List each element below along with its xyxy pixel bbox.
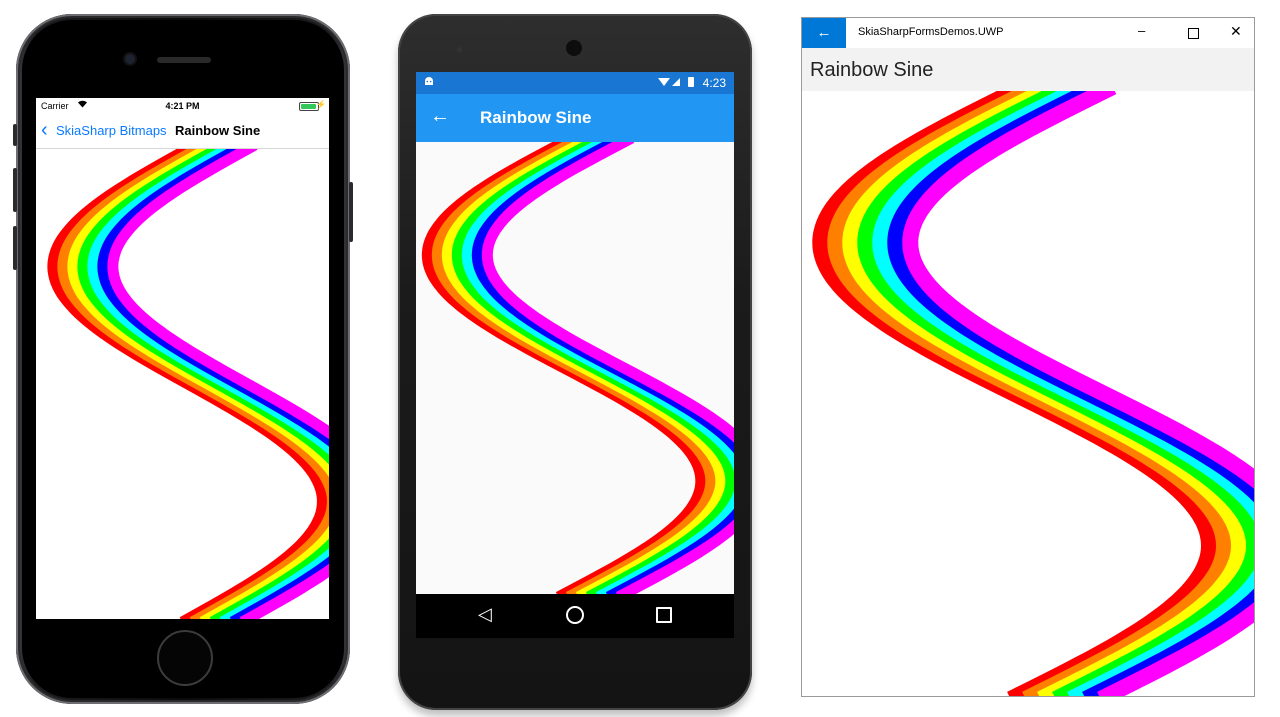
iphone-volume-down: [13, 226, 17, 270]
ios-status-bar: Carrier 4:21 PM ⚡: [36, 98, 329, 114]
android-camera: [566, 40, 582, 56]
iphone-volume-up: [13, 168, 17, 212]
close-button[interactable]: ✕: [1230, 23, 1242, 40]
back-button[interactable]: SkiaSharp Bitmaps: [56, 123, 167, 138]
maximize-button[interactable]: [1188, 28, 1199, 39]
iphone-speaker: [157, 57, 211, 63]
android-time: 4:23: [702, 76, 726, 90]
uwp-window: ← SkiaSharpFormsDemos.UWP – ✕ Rainbow Si…: [801, 17, 1255, 697]
uwp-title-bar: ← SkiaSharpFormsDemos.UWP – ✕: [802, 18, 1254, 48]
iphone-camera: [125, 54, 135, 64]
iphone-mute-switch: [13, 124, 17, 146]
ios-screen: Carrier 4:21 PM ⚡ ‹ SkiaSharp Bitmaps Ra…: [36, 98, 329, 619]
rainbow-sine-canvas: [416, 142, 734, 594]
nav-home-icon[interactable]: [566, 606, 584, 624]
chevron-left-icon[interactable]: ‹: [41, 120, 48, 140]
rainbow-sine-canvas: [802, 91, 1254, 696]
page-title: Rainbow Sine: [810, 59, 934, 81]
ios-navigation-bar: ‹ SkiaSharp Bitmaps Rainbow Sine: [36, 114, 329, 149]
app-title: SkiaSharpFormsDemos.UWP: [858, 26, 1004, 38]
android-app-bar: ← Rainbow Sine: [416, 94, 734, 142]
nav-back-icon[interactable]: ◁: [478, 604, 492, 625]
page-title: Rainbow Sine: [175, 123, 261, 138]
ios-time: 4:21 PM: [165, 101, 200, 111]
rainbow-sine-canvas: [36, 149, 329, 619]
minimize-button[interactable]: –: [1138, 23, 1145, 38]
arrow-left-icon[interactable]: ←: [430, 105, 450, 127]
iphone-power-button: [349, 182, 353, 242]
nav-recents-icon[interactable]: [656, 607, 672, 623]
android-icon: [424, 76, 434, 89]
page-title: Rainbow Sine: [480, 108, 592, 127]
back-button[interactable]: ←: [802, 18, 846, 48]
android-status-bar: 4:23: [416, 72, 734, 94]
iphone-home-button[interactable]: [157, 630, 213, 686]
android-screen: 4:23 ← Rainbow Sine ◁: [416, 72, 734, 638]
android-sensor: [457, 47, 462, 52]
uwp-page-header: Rainbow Sine: [802, 48, 1254, 91]
charging-icon: ⚡: [316, 100, 326, 109]
android-navigation-bar: ◁: [416, 594, 734, 638]
signal-battery-icons: [658, 76, 698, 90]
